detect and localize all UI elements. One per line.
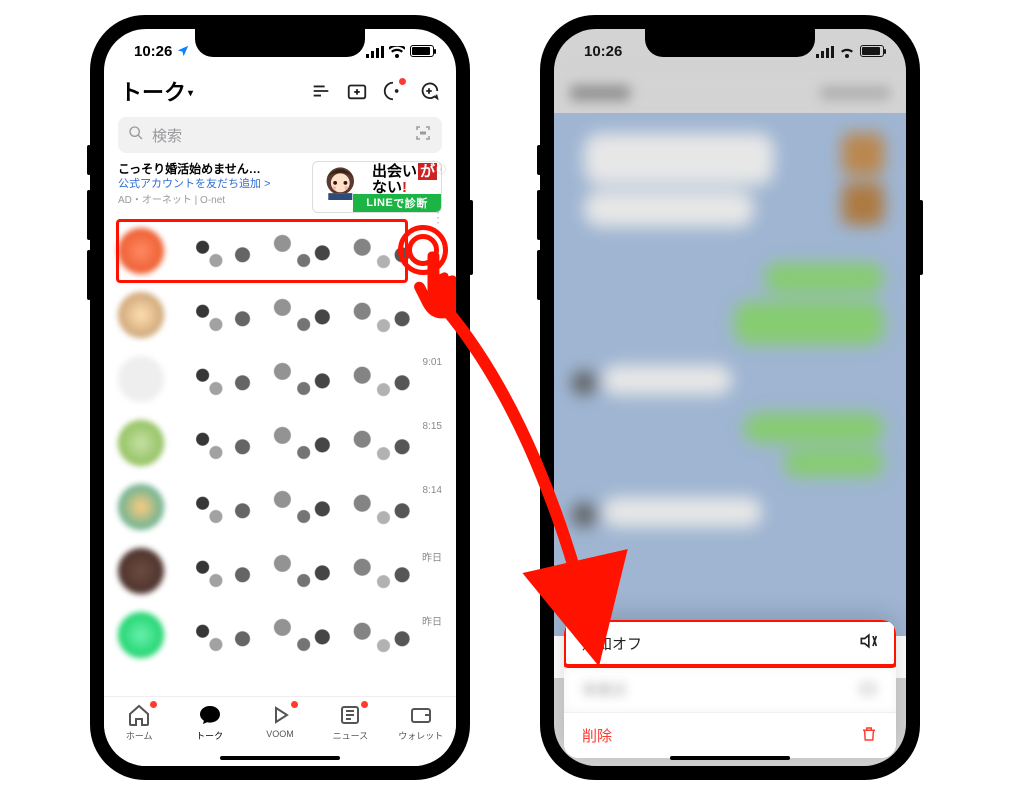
avatar (118, 612, 164, 658)
phone-left: 10:26 トーク ▾ (90, 15, 470, 780)
search-icon (128, 125, 144, 145)
bottom-tab-bar: ホーム トーク VOOM ニュース (104, 696, 456, 766)
page-title[interactable]: トーク ▾ (120, 75, 193, 107)
notch (195, 29, 365, 57)
status-time: 10:26 (134, 43, 172, 60)
home-icon (127, 703, 151, 727)
wifi-icon (839, 45, 855, 57)
location-icon (176, 44, 190, 58)
folder-add-icon[interactable] (346, 80, 368, 102)
chat-row[interactable] (104, 219, 456, 283)
ad-banner: 出会いが ない! LINEで診断 (312, 161, 442, 213)
tab-home[interactable]: ホーム (111, 703, 167, 742)
talk-icon (198, 703, 222, 727)
cellular-icon (366, 45, 384, 57)
qr-icon[interactable] (414, 124, 432, 146)
avatar (118, 228, 164, 274)
avatar (118, 548, 164, 594)
ad-title: こっそり婚活始めません… (118, 161, 306, 177)
home-indicator[interactable] (670, 756, 790, 760)
news-icon (338, 703, 362, 727)
sheet-mute-label: 通知オフ (582, 633, 642, 654)
chat-row[interactable]: 9:01 (104, 347, 456, 411)
chat-background (554, 113, 906, 636)
notch (645, 29, 815, 57)
sheet-hide-label: 非表示 (582, 679, 627, 700)
row-time: 8:15 (423, 421, 442, 432)
row-time: 昨日 (422, 613, 442, 628)
avatar (118, 356, 164, 402)
mute-icon (858, 631, 878, 655)
tab-voom[interactable]: VOOM (252, 703, 308, 739)
sheet-delete-label: 削除 (582, 725, 612, 746)
chat-row[interactable]: 8:15 (104, 411, 456, 475)
phone-right: 10:26 (540, 15, 920, 780)
avatar (118, 420, 164, 466)
sheet-delete[interactable]: 削除 (564, 712, 896, 758)
chat-header (554, 73, 906, 113)
chat-row[interactable]: 8:14 (104, 475, 456, 539)
home-indicator[interactable] (220, 756, 340, 760)
cellular-icon (816, 45, 834, 57)
sheet-hide[interactable]: 非表示 (564, 666, 896, 712)
trash-icon (860, 724, 878, 748)
chat-row[interactable] (104, 283, 456, 347)
battery-icon (410, 45, 434, 57)
tab-news[interactable]: ニュース (322, 703, 378, 742)
dropdown-icon: ▾ (188, 88, 193, 99)
sheet-mute[interactable]: 通知オフ (564, 620, 896, 666)
ad-source: AD・オーネット | O-net (118, 194, 306, 208)
chat-row[interactable]: 昨日 (104, 603, 456, 667)
row-time: 昨日 (422, 549, 442, 564)
row-time: 8:14 (423, 485, 442, 496)
row-time: 9:01 (423, 357, 442, 368)
hide-icon (858, 678, 878, 702)
action-sheet: 通知オフ 非表示 削除 (564, 620, 896, 758)
ad-link[interactable]: 公式アカウントを友だち追加 > (118, 177, 306, 192)
status-time: 10:26 (584, 43, 622, 60)
battery-icon (860, 45, 884, 57)
avatar (118, 484, 164, 530)
tab-talk[interactable]: トーク (182, 703, 238, 742)
ad-card[interactable]: こっそり婚活始めません… 公式アカウントを友だち追加 > AD・オーネット | … (118, 161, 442, 213)
sort-icon[interactable] (310, 80, 332, 102)
avatar (118, 292, 164, 338)
tab-wallet[interactable]: ウォレット (393, 703, 449, 742)
wifi-icon (389, 45, 405, 57)
wallet-icon (409, 703, 433, 727)
page-title-text: トーク (120, 75, 186, 107)
talk-header: トーク ▾ (104, 73, 456, 117)
search-input[interactable]: 検索 (118, 117, 442, 153)
assistant-icon[interactable] (382, 80, 404, 102)
ad-close-icon[interactable]: ⓘ (436, 161, 446, 176)
chat-list: 9:01 8:15 8:14 昨日 (104, 219, 456, 667)
voom-icon (268, 703, 292, 727)
new-chat-icon[interactable] (418, 80, 440, 102)
chat-row[interactable]: 昨日 (104, 539, 456, 603)
search-placeholder: 検索 (152, 125, 182, 146)
